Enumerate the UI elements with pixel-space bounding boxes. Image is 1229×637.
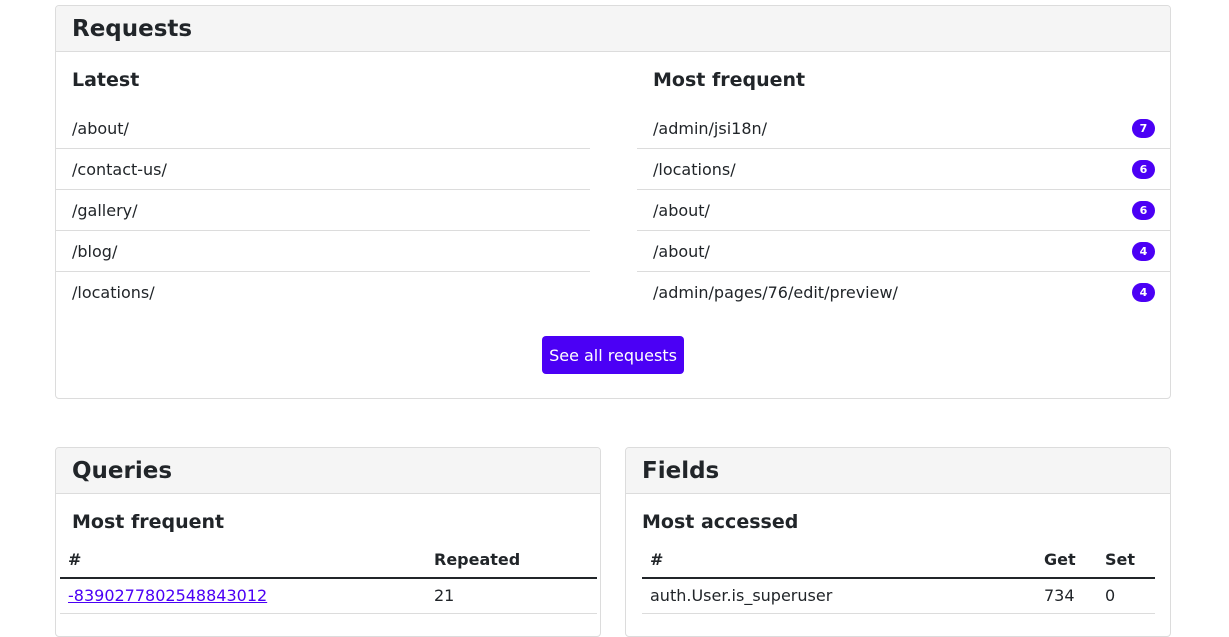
table-header-row: # Repeated xyxy=(60,542,597,579)
request-path: /about/ xyxy=(72,118,129,138)
column-header-get: Get xyxy=(1036,542,1097,579)
column-header-id: # xyxy=(60,542,426,579)
request-path: /admin/jsi18n/ xyxy=(653,118,768,138)
count-badge: 4 xyxy=(1132,241,1155,261)
most-accessed-heading: Most accessed xyxy=(642,511,799,533)
get-count-cell: 734 xyxy=(1036,578,1097,614)
latest-request-item[interactable]: /blog/ xyxy=(56,231,590,272)
table-row: -8390277802548843012 21 xyxy=(60,578,597,614)
latest-requests-list: /about/ /contact-us/ /gallery/ /blog/ /l… xyxy=(56,108,590,313)
frequent-request-item[interactable]: /about/ 4 xyxy=(637,231,1170,272)
request-path: /about/ xyxy=(653,241,710,261)
request-path: /admin/pages/76/edit/preview/ xyxy=(653,283,898,302)
frequent-request-item[interactable]: /admin/jsi18n/ 7 xyxy=(637,108,1170,149)
set-count-cell: 0 xyxy=(1097,578,1155,614)
query-id-cell: -8390277802548843012 xyxy=(60,578,426,614)
fields-card: Fields Most accessed # Get Set auth.User… xyxy=(625,447,1171,637)
requests-card-title: Requests xyxy=(56,6,1170,52)
count-badge: 7 xyxy=(1132,118,1155,138)
request-path: /locations/ xyxy=(72,283,155,302)
most-frequent-requests-list: /admin/jsi18n/ 7 /locations/ 6 /about/ 6… xyxy=(637,108,1170,313)
frequent-request-item[interactable]: /about/ 6 xyxy=(637,190,1170,231)
most-frequent-requests-heading: Most frequent xyxy=(653,69,806,91)
column-header-repeated: Repeated xyxy=(426,542,597,579)
request-path: /gallery/ xyxy=(72,200,138,220)
table-header-row: # Get Set xyxy=(642,542,1155,579)
count-badge: 6 xyxy=(1132,159,1155,179)
latest-request-item[interactable]: /about/ xyxy=(56,108,590,149)
queries-card-title: Queries xyxy=(56,448,600,494)
requests-card: Requests Latest /about/ /contact-us/ /ga… xyxy=(55,5,1171,399)
see-all-requests-button[interactable]: See all requests xyxy=(542,336,684,374)
count-badge: 6 xyxy=(1132,200,1155,220)
fields-card-title: Fields xyxy=(626,448,1170,494)
table-row: auth.User.is_superuser 734 0 xyxy=(642,578,1155,614)
repeated-cell: 21 xyxy=(426,578,597,614)
query-link[interactable]: -8390277802548843012 xyxy=(68,586,267,605)
column-header-name: # xyxy=(642,542,1036,579)
request-path: /locations/ xyxy=(653,159,736,179)
queries-card: Queries Most frequent # Repeated -839027… xyxy=(55,447,601,637)
fields-table: # Get Set auth.User.is_superuser 734 0 xyxy=(642,542,1155,614)
field-name-cell: auth.User.is_superuser xyxy=(642,578,1036,614)
request-path: /blog/ xyxy=(72,241,118,261)
latest-request-item[interactable]: /gallery/ xyxy=(56,190,590,231)
latest-request-item[interactable]: /locations/ xyxy=(56,272,590,313)
column-header-set: Set xyxy=(1097,542,1155,579)
frequent-request-item[interactable]: /locations/ 6 xyxy=(637,149,1170,190)
queries-most-frequent-heading: Most frequent xyxy=(72,511,225,533)
latest-heading: Latest xyxy=(72,69,140,91)
frequent-request-item[interactable]: /admin/pages/76/edit/preview/ 4 xyxy=(637,272,1170,313)
request-path: /contact-us/ xyxy=(72,159,167,179)
request-path: /about/ xyxy=(653,200,710,220)
queries-table: # Repeated -8390277802548843012 21 xyxy=(60,542,597,614)
latest-request-item[interactable]: /contact-us/ xyxy=(56,149,590,190)
count-badge: 4 xyxy=(1132,283,1155,302)
